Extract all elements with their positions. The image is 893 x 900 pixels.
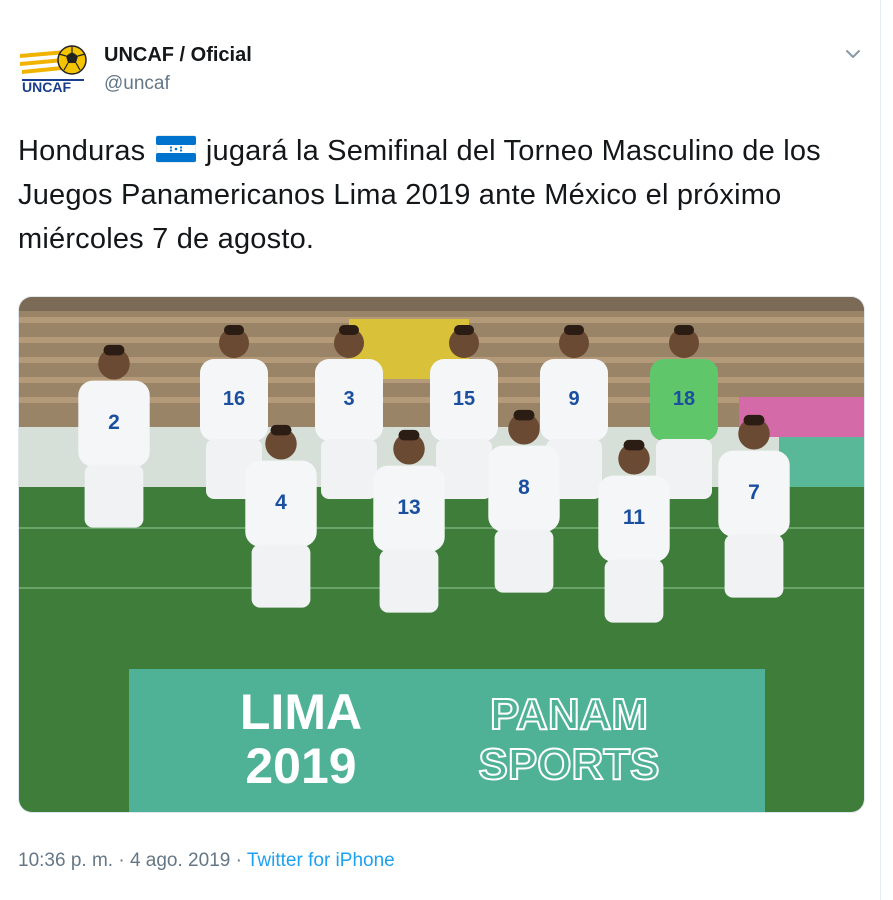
author-name[interactable]: UNCAF / Oficial xyxy=(104,44,252,67)
shirt-number: 11 xyxy=(623,506,646,529)
shirt-number: 13 xyxy=(397,496,420,519)
shirt-number: 7 xyxy=(748,481,760,504)
tweet-card: UNCAF UNCAF / Oficial @uncaf Honduras ju… xyxy=(0,0,881,900)
banner-2019: 2019 xyxy=(245,738,356,794)
honduras-flag-icon xyxy=(155,133,197,163)
shirt-number: 18 xyxy=(673,388,695,410)
tweet-source-link[interactable]: Twitter for iPhone xyxy=(247,850,395,871)
shirt-number: 15 xyxy=(453,388,475,410)
tweet-timestamp: 10:36 p. m. · 4 ago. 2019 · Twitter for … xyxy=(18,850,395,872)
tweet-text-part: Honduras xyxy=(18,135,146,167)
svg-text:UNCAF: UNCAF xyxy=(22,79,71,95)
shirt-number: 8 xyxy=(518,476,530,499)
shirt-number: 3 xyxy=(343,388,354,410)
shirt-number: 16 xyxy=(223,388,245,410)
separator: · xyxy=(235,850,242,871)
shirt-number: 4 xyxy=(275,491,287,514)
tweet-date[interactable]: 4 ago. 2019 xyxy=(130,850,230,871)
author-handle[interactable]: @uncaf xyxy=(104,73,170,95)
shirt-number: 2 xyxy=(108,411,120,434)
banner-lima: LIMA xyxy=(240,684,362,740)
tweet-text: Honduras jugará la Semifinal del Torneo … xyxy=(18,129,858,261)
banner-panam: PANAM xyxy=(490,690,648,739)
chevron-down-icon[interactable] xyxy=(843,44,863,64)
separator: · xyxy=(118,850,125,871)
tweet-photo[interactable]: 16 3 15 9 18 2 4 13 8 11 7 LIMA 2019 PANAM SPORTS xyxy=(18,296,865,813)
banner-sports: SPORTS xyxy=(479,740,660,789)
uncaf-logo[interactable]: UNCAF xyxy=(18,42,90,96)
tweet-time[interactable]: 10:36 p. m. xyxy=(18,850,113,871)
shirt-number: 9 xyxy=(568,388,579,410)
